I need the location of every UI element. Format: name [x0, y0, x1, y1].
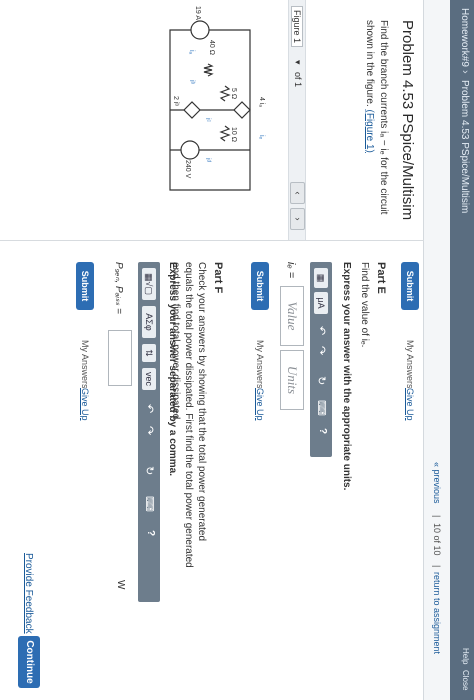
problem-title: Problem 4.53 PSpice/Multisim	[399, 20, 416, 221]
vec-button[interactable]: vec	[142, 368, 156, 390]
redo-icon[interactable]: ↷	[315, 346, 328, 355]
templates-button[interactable]: ▦	[314, 268, 328, 288]
part-f-heading: Part F	[212, 262, 224, 294]
label-r3: 40 Ω	[208, 40, 215, 55]
return-to-assignment-link[interactable]: return to assignment	[432, 572, 442, 654]
submit-part-e-button[interactable]: Submit	[251, 262, 269, 310]
label-id: iᵈ	[204, 158, 211, 163]
label-dep-mid: 2 iᵇ	[172, 96, 179, 106]
my-answers-prev[interactable]: My Answers	[405, 340, 415, 389]
voltage-source	[180, 140, 200, 160]
page: Homework#9 › Problem 4.53 PSpice/Multisi…	[0, 0, 474, 700]
top-bar: Homework#9 › Problem 4.53 PSpice/Multisi…	[450, 0, 474, 700]
resistor-10	[219, 125, 231, 142]
reset-icon[interactable]: ↻	[315, 376, 328, 385]
greek-label: AΣφ	[144, 313, 154, 331]
chevron-down-icon[interactable]: ▾	[292, 60, 303, 65]
dependent-source-mid	[183, 101, 201, 119]
figure-link[interactable]: (Figure 1)	[364, 110, 375, 153]
help-link[interactable]: Help	[461, 648, 470, 664]
nav-bar: « previous | 10 of 10 | return to assign…	[423, 0, 450, 700]
units-button[interactable]: μA	[314, 292, 328, 314]
breadcrumb-problem: Problem 4.53 PSpice/Multisim	[459, 80, 470, 214]
units-input[interactable]: Units	[280, 350, 304, 410]
submit-part-f-button[interactable]: Submit	[76, 262, 94, 310]
part-e-instruction: Express your answer with the appropriate…	[341, 262, 352, 491]
template-icon: ▦	[316, 273, 326, 283]
part-f-instruction: Express your answer separated by a comma…	[167, 262, 178, 476]
figure-next-button[interactable]: ›	[290, 208, 305, 230]
part-f-var-label: P₉ₑₙ, Pₔᵢₛₛ =	[113, 262, 124, 314]
chevron-right-icon: ›	[293, 217, 303, 221]
give-up-part-f[interactable]: Give Up	[80, 388, 90, 421]
undo-icon[interactable]: ↶	[315, 326, 328, 335]
breadcrumb-separator: ›	[459, 70, 471, 74]
label-ib: iᵇ	[188, 80, 195, 85]
swap-icon: ⇅	[144, 349, 154, 357]
nav-divider-2: |	[432, 565, 442, 568]
redo-icon-f[interactable]: ↷	[143, 426, 156, 435]
figure-prev-button[interactable]: ‹	[290, 182, 305, 204]
label-current-source: 19 A	[194, 6, 201, 20]
nav-divider: |	[432, 515, 442, 518]
reset-icon-f[interactable]: ↻	[143, 466, 156, 475]
resistor-40	[203, 63, 214, 77]
swap-button[interactable]: ⇅	[142, 344, 156, 362]
current-source	[190, 20, 210, 40]
my-answers-part-f[interactable]: My Answers	[80, 340, 90, 389]
label-r2: 10 Ω	[230, 127, 237, 142]
breadcrumb-homework[interactable]: Homework#9	[459, 8, 470, 67]
label-dep-top: 4 iₐ	[258, 97, 265, 107]
figure-select[interactable]: Figure 1	[291, 6, 303, 48]
math-templates-button[interactable]: ▦√▢	[142, 268, 156, 300]
keyboard-icon-f[interactable]: ⌨	[143, 496, 156, 512]
part-e-var-label: iₑ =	[285, 262, 297, 279]
figure-count: of 1	[293, 72, 303, 88]
previous-link[interactable]: « previous	[432, 462, 442, 504]
chevron-left-icon: ‹	[293, 191, 303, 195]
label-ia: iₐ	[188, 50, 195, 55]
greek-button[interactable]: AΣφ	[142, 306, 156, 338]
label-ic: iᶜ	[204, 118, 211, 123]
label-r1: 5 Ω	[230, 88, 237, 99]
part-f-unit: W	[115, 580, 126, 590]
root-fraction-icon: ▦√▢	[144, 273, 154, 295]
units-label: μA	[316, 297, 326, 309]
give-up-part-e[interactable]: Give Up	[255, 388, 265, 421]
problem-position: 10 of 10	[432, 523, 442, 556]
help-icon-f[interactable]: ?	[145, 530, 156, 536]
label-ie-arrow: iₑ	[258, 135, 265, 140]
vec-label: vec	[144, 371, 154, 386]
undo-icon-f[interactable]: ↶	[143, 404, 156, 413]
give-up-prev[interactable]: Give Up	[405, 388, 415, 421]
part-e-prompt: Find the value of iₑ.	[359, 262, 370, 348]
close-link[interactable]: Close	[461, 670, 470, 690]
help-icon[interactable]: ?	[317, 428, 328, 434]
submit-prev-button[interactable]: Submit	[401, 262, 419, 310]
panel-divider	[0, 240, 424, 241]
power-input[interactable]	[108, 330, 132, 386]
problem-text: Find the branch currents iₐ − iₑ for the…	[362, 20, 390, 225]
value-input[interactable]: Value	[280, 286, 304, 346]
circuit-diagram: 4 iₐ iₑ 5 Ω 10 Ω 40 Ω 19 A 2 iᵇ 240 V iₐ…	[169, 6, 265, 191]
dependent-source-top	[233, 101, 251, 119]
my-answers-part-e[interactable]: My Answers	[255, 340, 265, 389]
keyboard-icon[interactable]: ⌨	[315, 400, 328, 416]
resistor-5	[219, 85, 231, 102]
part-e-heading: Part E	[375, 262, 387, 294]
provide-feedback-link[interactable]: Provide Feedback	[23, 553, 34, 634]
continue-button[interactable]: Continue	[18, 636, 40, 688]
label-voltage-source: 240 V	[184, 160, 191, 179]
